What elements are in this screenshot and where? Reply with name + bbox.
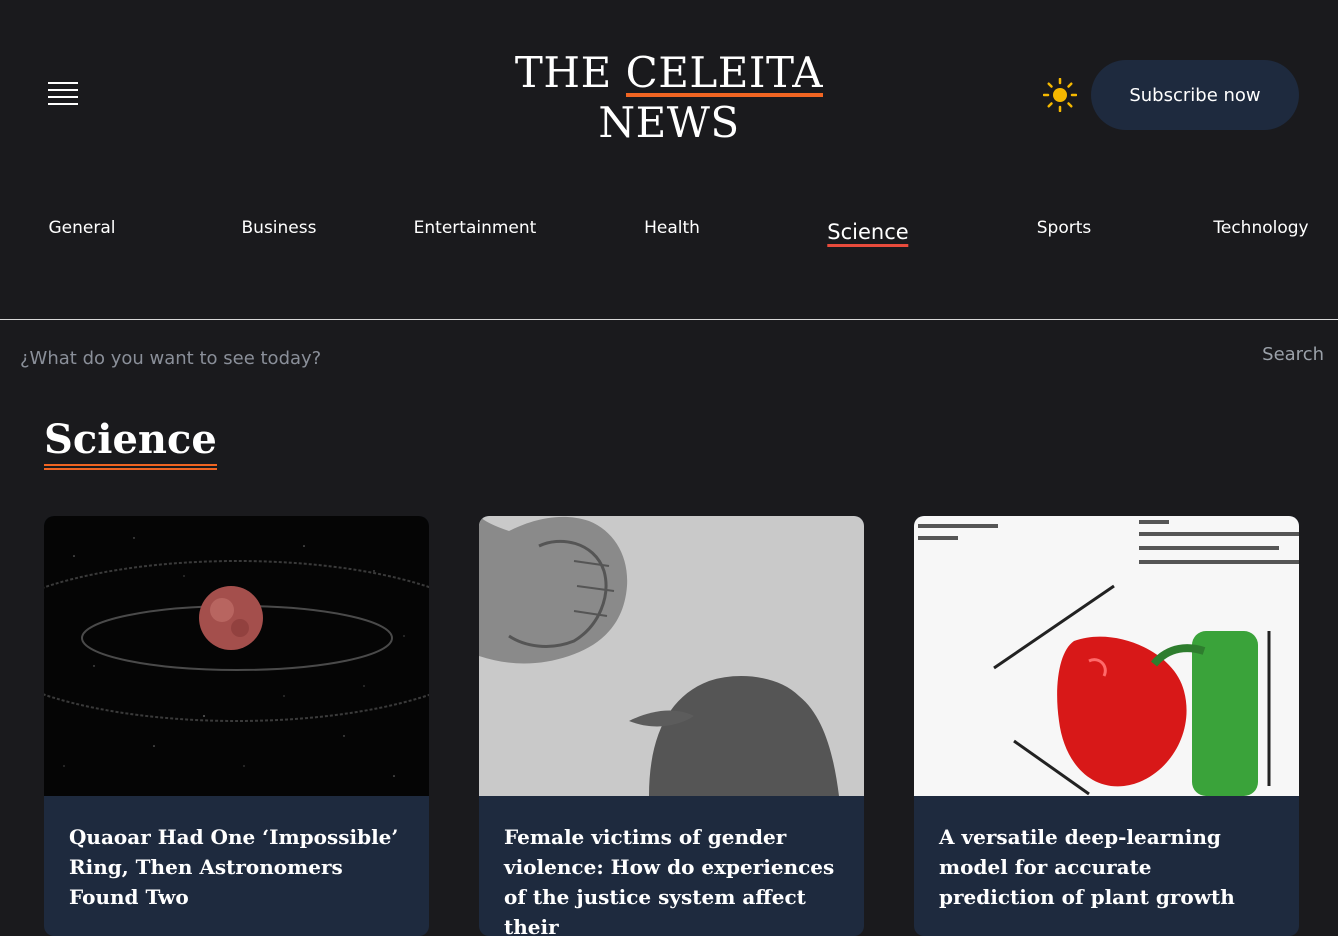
nav-item-entertainment[interactable]: Entertainment [414,218,537,238]
logo-brand: CELEITA [625,48,824,97]
category-nav: General Business Entertainment Health Sc… [0,190,1338,320]
search-input[interactable] [20,344,1120,372]
nav-item-general[interactable]: General [49,218,116,238]
subscribe-button[interactable]: Subscribe now [1091,60,1299,130]
article-image-planet [44,516,429,796]
article-title[interactable]: A versatile deep-learning model for accu… [914,796,1299,912]
site-header: THE CELEITA NEWS Subscribe now [0,0,1338,190]
article-title[interactable]: Female victims of gender violence: How d… [479,796,864,936]
article-image-fist [479,516,864,796]
nav-item-technology[interactable]: Technology [1213,218,1308,238]
article-card[interactable]: Quaoar Had One ‘Impossible’ Ring, Then A… [44,516,429,936]
article-card[interactable]: A versatile deep-learning model for accu… [914,516,1299,936]
article-card[interactable]: Female victims of gender violence: How d… [479,516,864,936]
search-bar: Search [0,320,1338,394]
nav-item-science[interactable]: Science [827,220,909,247]
nav-item-sports[interactable]: Sports [1037,218,1092,238]
article-image-plant [914,516,1299,796]
search-button[interactable]: Search [1262,344,1324,365]
sun-icon[interactable] [1043,78,1077,112]
article-title[interactable]: Quaoar Had One ‘Impossible’ Ring, Then A… [44,796,429,912]
section-title: Science [44,416,217,470]
nav-item-health[interactable]: Health [644,218,700,238]
nav-item-business[interactable]: Business [242,218,317,238]
logo-prefix: THE [514,48,626,97]
